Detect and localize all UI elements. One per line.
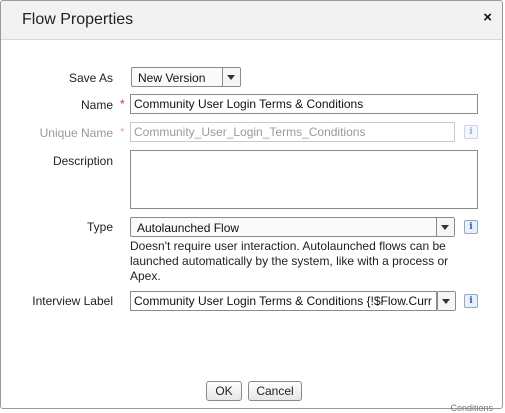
interview-label-field[interactable]: Community User Login Terms & Conditions … — [130, 291, 437, 311]
type-help-text: Doesn't require user interaction. Autola… — [130, 239, 449, 283]
background-text-fragment: Conditions — [450, 403, 493, 413]
interview-label-label: Interview Label — [32, 294, 113, 308]
unique-name-field[interactable]: Community_User_Login_Terms_Conditions — [130, 122, 455, 142]
chevron-down-icon — [438, 292, 455, 310]
dialog-title: Flow Properties — [22, 11, 134, 28]
interview-label-resource-picker[interactable] — [437, 291, 456, 311]
unique-name-label: Unique Name — [39, 126, 113, 140]
info-icon[interactable]: i — [464, 294, 478, 308]
chevron-down-icon — [222, 68, 240, 86]
cancel-button[interactable]: Cancel — [248, 381, 302, 401]
type-select[interactable]: Autolaunched Flow — [130, 217, 455, 237]
type-label: Type — [86, 220, 113, 234]
save-as-value: New Version — [138, 71, 206, 85]
name-field[interactable]: Community User Login Terms & Conditions — [130, 94, 478, 114]
chevron-down-icon — [436, 218, 454, 236]
close-icon[interactable]: × — [483, 9, 492, 26]
info-icon[interactable]: i — [464, 125, 478, 139]
description-label: Description — [52, 154, 113, 168]
description-textarea[interactable] — [130, 150, 478, 209]
required-icon: * — [120, 125, 125, 139]
name-label: Name — [80, 98, 113, 112]
save-as-select[interactable]: New Version — [131, 67, 241, 87]
flow-properties-dialog: Flow Properties × Save As New Version Na… — [0, 0, 503, 409]
info-icon[interactable]: i — [464, 220, 478, 234]
required-icon: * — [120, 97, 125, 111]
save-as-label: Save As — [68, 71, 113, 85]
type-value: Autolaunched Flow — [137, 221, 240, 235]
dialog-header: Flow Properties × — [1, 1, 502, 40]
ok-button[interactable]: OK — [206, 381, 242, 401]
